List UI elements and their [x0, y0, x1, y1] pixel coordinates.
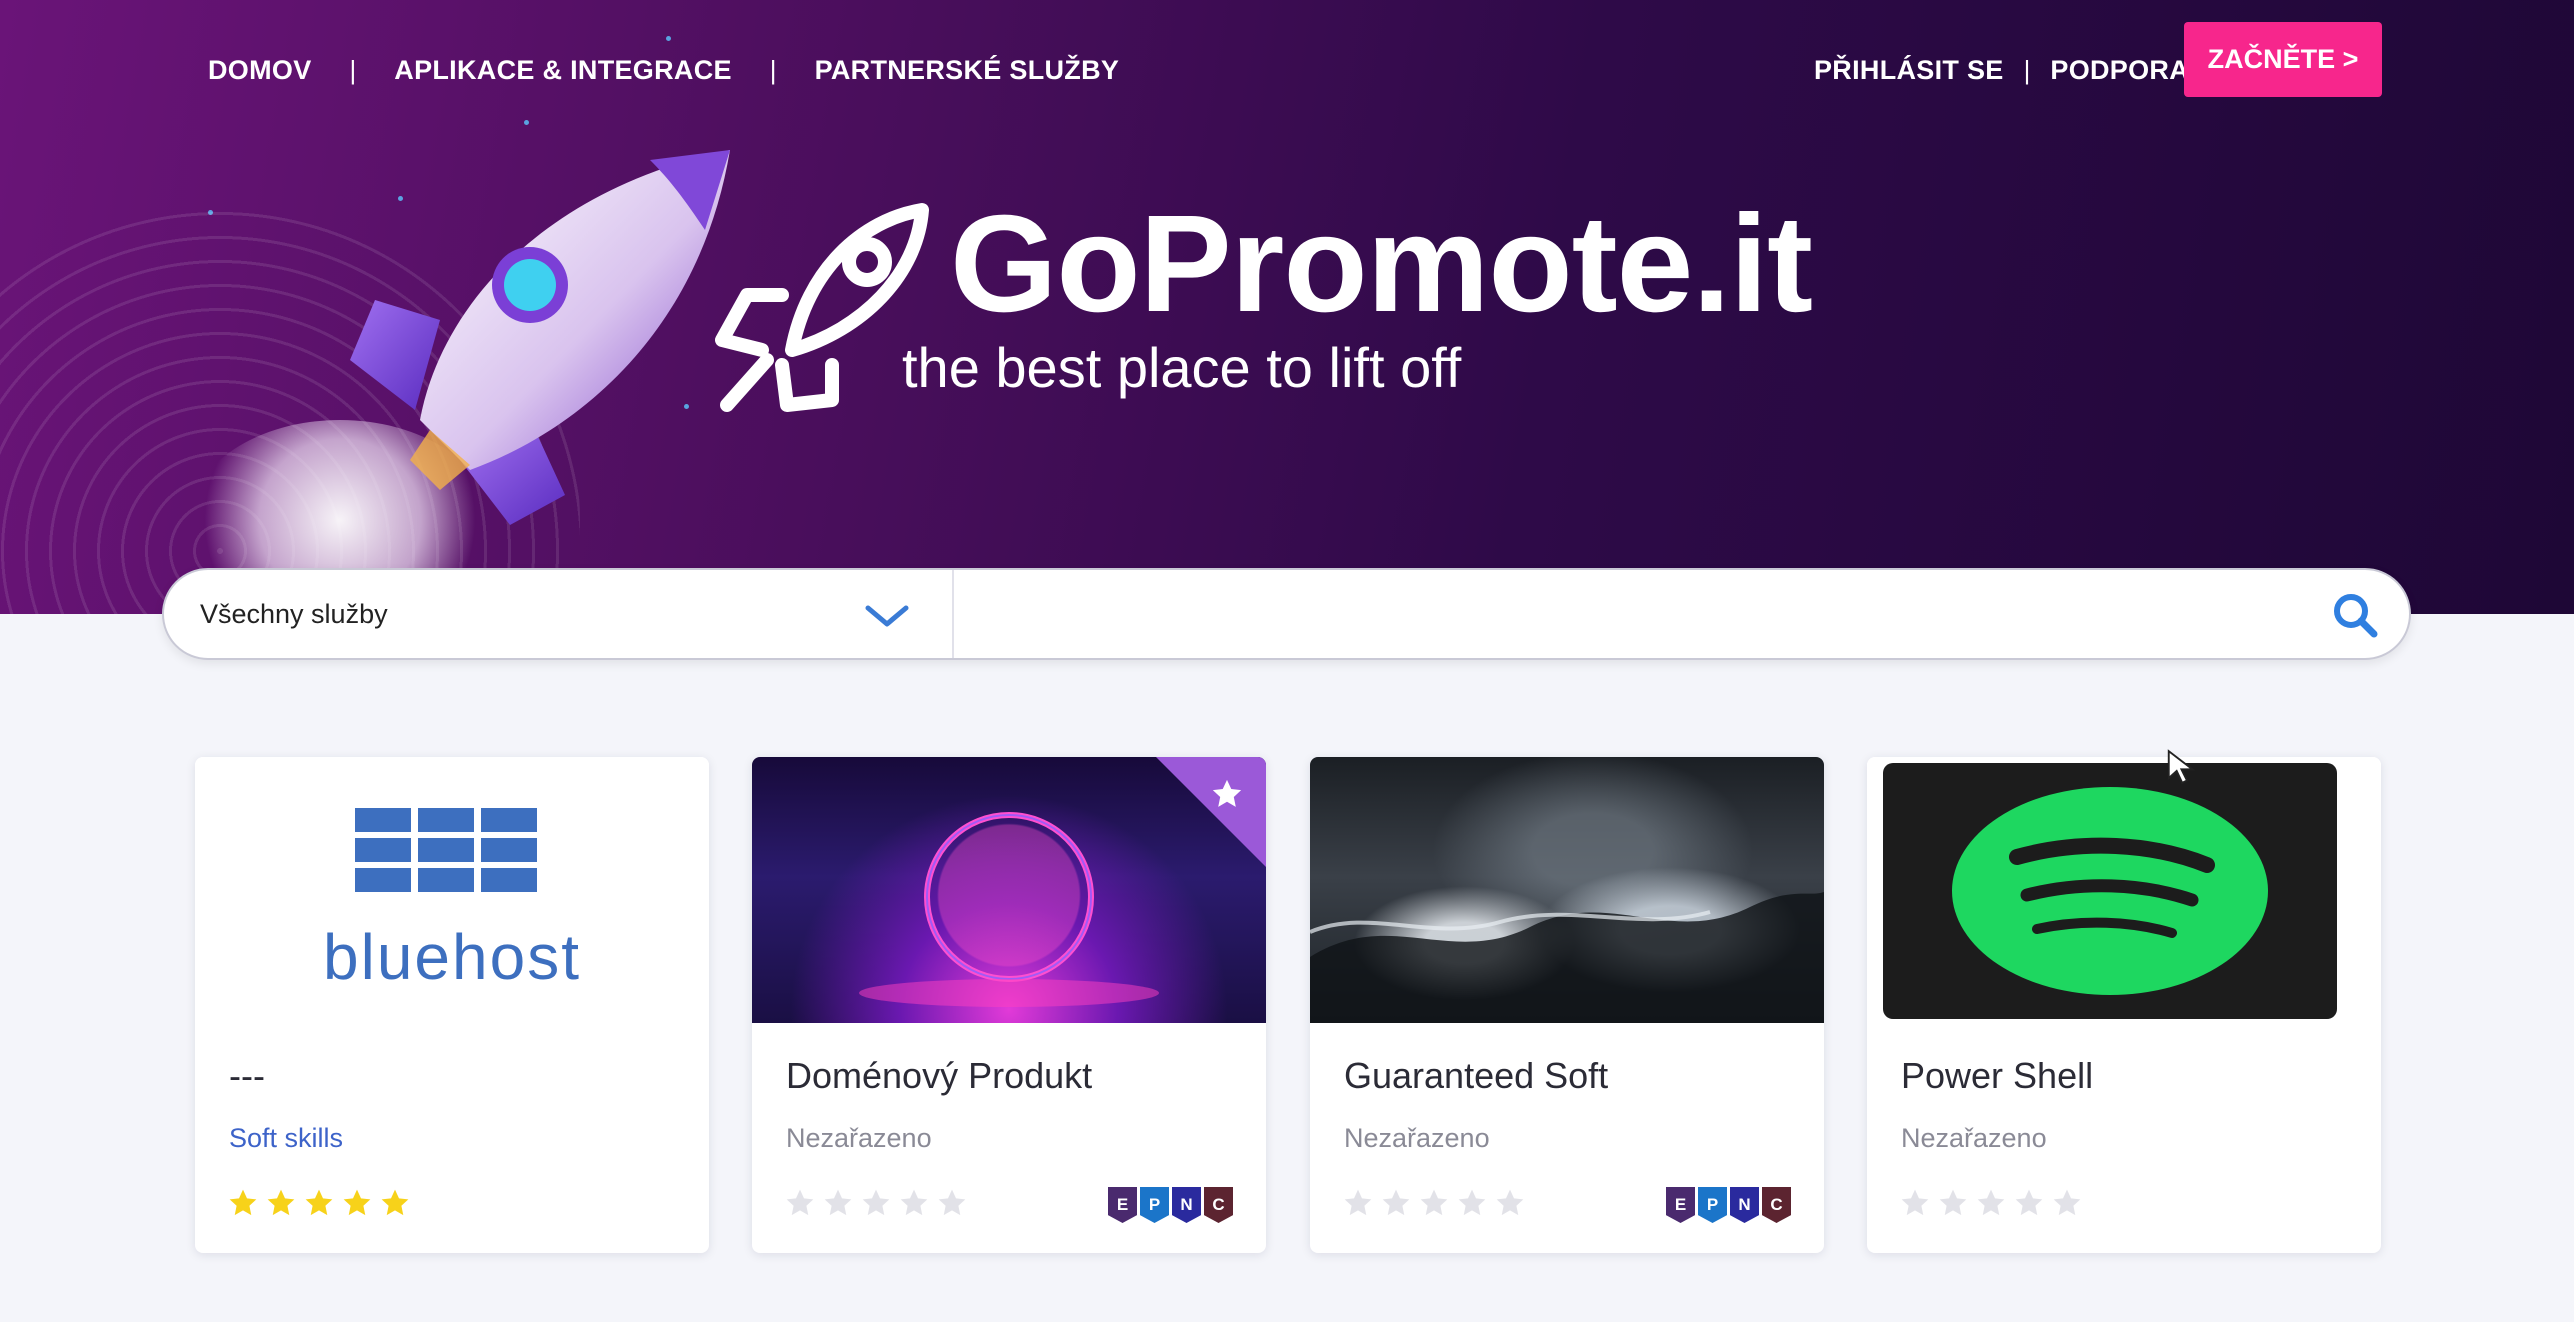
featured-star-icon: [1212, 779, 1242, 807]
spotify-logo-image: [1883, 763, 2337, 1019]
card-title: ---: [229, 1055, 265, 1096]
star-filled-icon: [229, 1189, 257, 1216]
badge-c: C: [1204, 1187, 1233, 1223]
star-empty-icon: [786, 1189, 814, 1216]
sparkle: [524, 120, 529, 125]
search-bar: Všechny služby: [162, 568, 2411, 660]
card-image: [1867, 757, 2381, 1023]
card-category: Nezařazeno: [1901, 1123, 2047, 1153]
star-empty-icon: [1901, 1189, 1929, 1216]
card-category: Nezařazeno: [786, 1123, 932, 1153]
card-title: Power Shell: [1901, 1055, 2094, 1096]
brand-tagline: the best place to lift off: [902, 336, 1462, 399]
card-image: [752, 757, 1266, 1023]
star-empty-icon: [1382, 1189, 1410, 1216]
service-card[interactable]: bluehost --- Soft skills: [195, 757, 709, 1253]
star-filled-icon: [305, 1189, 333, 1216]
star-empty-icon: [900, 1189, 928, 1216]
category-select-value: Všechny služby: [200, 598, 388, 629]
nav-home[interactable]: DOMOV: [208, 55, 312, 86]
star-empty-icon: [1420, 1189, 1448, 1216]
platform-badges: E P N C: [1666, 1187, 1791, 1223]
star-empty-icon: [1939, 1189, 1967, 1216]
bluehost-wordmark: bluehost: [323, 921, 581, 993]
bluehost-logo: bluehost: [323, 808, 581, 993]
star-empty-icon: [2053, 1189, 2081, 1216]
rating-stars: [227, 1187, 411, 1219]
card-category: Nezařazeno: [1344, 1123, 1490, 1153]
badge-n: N: [1730, 1187, 1759, 1223]
search-input[interactable]: [956, 574, 2256, 654]
star-empty-icon: [1344, 1189, 1372, 1216]
badge-c: C: [1762, 1187, 1791, 1223]
badge-e: E: [1108, 1187, 1137, 1223]
nav-separator: |: [349, 54, 357, 85]
card-image: [1310, 757, 1824, 1023]
rating-stars: [1899, 1187, 2083, 1219]
login-link[interactable]: PŘIHLÁSIT SE: [1814, 55, 2004, 86]
card-image: bluehost: [195, 757, 709, 1023]
sparkle: [666, 36, 671, 41]
card-title: Guaranteed Soft: [1344, 1055, 1609, 1096]
card-title: Doménový Produkt: [786, 1055, 1093, 1096]
hero-banner: DOMOV | APLIKACE & INTEGRACE | PARTNERSK…: [0, 0, 2574, 614]
rating-stars: [1342, 1187, 1526, 1219]
rocket-logo-icon: [715, 203, 929, 412]
star-filled-icon: [267, 1189, 295, 1216]
search-icon[interactable]: [2330, 590, 2380, 640]
card-category-link[interactable]: Soft skills: [229, 1123, 343, 1154]
neon-ring-image: [859, 812, 1159, 1007]
star-empty-icon: [1458, 1189, 1486, 1216]
service-card[interactable]: Guaranteed Soft Nezařazeno E P N C: [1310, 757, 1824, 1253]
star-empty-icon: [1977, 1189, 2005, 1216]
chevron-down-icon: [865, 605, 909, 627]
badge-p: P: [1698, 1187, 1727, 1223]
badge-p: P: [1140, 1187, 1169, 1223]
badge-e: E: [1666, 1187, 1695, 1223]
support-link[interactable]: PODPORA: [2050, 55, 2189, 86]
nav-apps-integrations[interactable]: APLIKACE & INTEGRACE: [394, 55, 732, 86]
get-started-button[interactable]: ZAČNĚTE >: [2184, 22, 2382, 97]
nav-separator: |: [769, 54, 777, 85]
rocket-illustration: [350, 150, 730, 525]
star-filled-icon: [343, 1189, 371, 1216]
dark-waves-image: [1310, 892, 1824, 1023]
platform-badges: E P N C: [1108, 1187, 1233, 1223]
service-card[interactable]: Power Shell Nezařazeno: [1867, 757, 2381, 1253]
badge-n: N: [1172, 1187, 1201, 1223]
star-empty-icon: [824, 1189, 852, 1216]
star-empty-icon: [1496, 1189, 1524, 1216]
rating-stars: [784, 1187, 968, 1219]
account-nav: PŘIHLÁSIT SE | PODPORA: [1814, 50, 2189, 90]
star-empty-icon: [862, 1189, 890, 1216]
brand-name: GoPromote.it: [950, 187, 1813, 341]
star-empty-icon: [2015, 1189, 2043, 1216]
mouse-cursor-icon: [2167, 749, 2196, 785]
nav-separator: |: [2023, 54, 2031, 85]
star-filled-icon: [381, 1189, 409, 1216]
category-select[interactable]: Všechny služby: [164, 570, 954, 658]
main-nav: DOMOV | APLIKACE & INTEGRACE | PARTNERSK…: [208, 50, 1119, 90]
nav-partner-services[interactable]: PARTNERSKÉ SLUŽBY: [815, 55, 1120, 86]
star-empty-icon: [938, 1189, 966, 1216]
service-card[interactable]: Doménový Produkt Nezařazeno E P N C: [752, 757, 1266, 1253]
